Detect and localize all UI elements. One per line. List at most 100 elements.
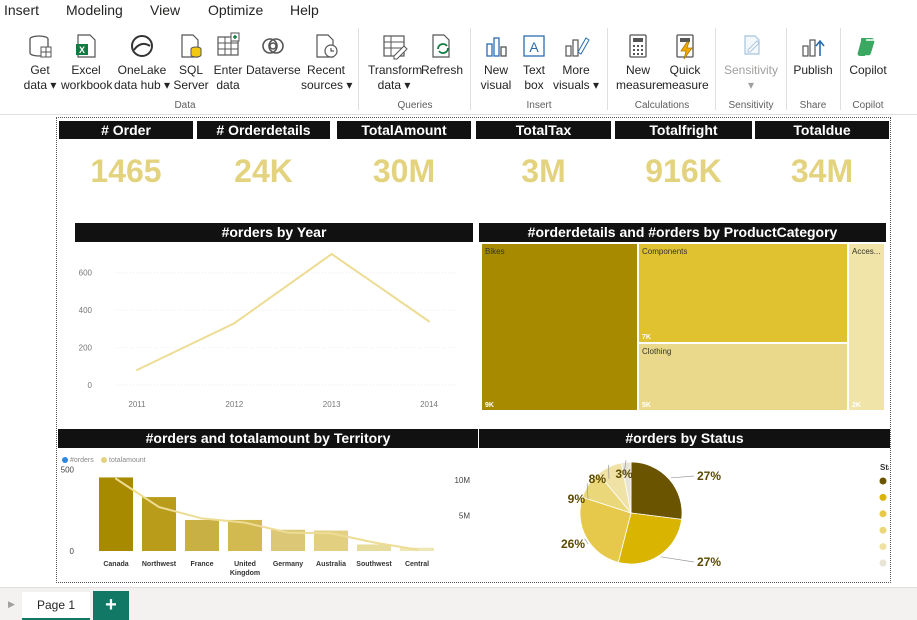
- x-tick-label: Australia: [316, 561, 346, 568]
- x-tick-label: 2014: [420, 400, 438, 409]
- dataverse-icon: [262, 38, 284, 54]
- onelake-icon: [131, 35, 153, 57]
- leader-line: [670, 475, 695, 479]
- new-measure-button[interactable]: New measure: [616, 32, 663, 93]
- group-label-copilot: Copilot: [852, 100, 884, 111]
- transform-data-button[interactable]: Transform data ▾: [368, 32, 422, 93]
- table-icon: [217, 32, 240, 56]
- treemap-tile: [482, 244, 637, 410]
- more-visuals-button[interactable]: More visuals ▾: [553, 32, 599, 93]
- page-tabs-bar: ▶ Page 1 +: [0, 587, 917, 620]
- x-tick-label: Northwest: [142, 561, 177, 568]
- text-box-button[interactable]: A Text box: [516, 32, 552, 93]
- new-visual-button[interactable]: New visual: [478, 32, 514, 93]
- series-line: [136, 252, 430, 371]
- group-separator: [786, 28, 787, 110]
- pie-slice: [630, 461, 683, 520]
- treemap-title: #orderdetails and #orders by ProductCate…: [479, 223, 886, 242]
- text-box-label: Text box: [522, 63, 545, 92]
- excel-workbook-button[interactable]: X Excel workbook: [61, 32, 113, 93]
- group-label-insert: Insert: [526, 100, 552, 111]
- x-tick-label: Kingdom: [230, 570, 260, 577]
- legend-label: totalamount: [109, 457, 146, 464]
- kpi-value-totaltax: 3M: [521, 153, 566, 189]
- recent-sources-button[interactable]: Recent sources ▾: [301, 32, 352, 93]
- legend-title: Status: [880, 463, 889, 472]
- pie-data-label: 26%: [561, 537, 585, 551]
- transform-data-icon: [383, 35, 408, 60]
- kpi-label-totalamount: TotalAmount: [337, 121, 471, 139]
- treemap-value-label: 9K: [485, 402, 494, 409]
- quick-measure-button[interactable]: Quick measure: [662, 32, 709, 93]
- treemap-value-label: 2K: [852, 402, 861, 409]
- dataverse-button[interactable]: Dataverse: [246, 32, 301, 78]
- menu-modeling[interactable]: Modeling: [66, 2, 123, 18]
- publish-label: Publish: [793, 63, 833, 77]
- treemap-label: Clothing: [642, 347, 671, 356]
- group-separator: [607, 28, 608, 110]
- recent-sources-icon: [316, 34, 338, 58]
- leader-line: [660, 556, 695, 563]
- enter-data-button[interactable]: Enter data: [211, 32, 245, 93]
- data-point: [136, 369, 138, 372]
- pie-data-label: 27%: [697, 555, 721, 569]
- kpi-value-orders: 1465: [90, 153, 162, 189]
- new-measure-label: New measure: [616, 63, 663, 92]
- copilot-button[interactable]: Copilot: [846, 32, 890, 78]
- refresh-button[interactable]: Refresh: [421, 32, 464, 78]
- menu-insert[interactable]: Insert: [4, 2, 39, 18]
- data-point: [428, 320, 430, 323]
- group-separator: [715, 28, 716, 110]
- onelake-button[interactable]: OneLake data hub ▾: [113, 32, 171, 93]
- group-label-queries: Queries: [397, 100, 433, 111]
- menu-optimize[interactable]: Optimize: [208, 2, 263, 18]
- publish-icon: [802, 39, 825, 57]
- chevron-right-icon[interactable]: ▶: [8, 599, 15, 610]
- refresh-icon: [432, 34, 450, 58]
- line-point: [115, 477, 117, 480]
- svg-text:A: A: [529, 39, 539, 55]
- line-chart[interactable]: 0 200 400 600 2011 2012 2013 2014: [75, 244, 473, 414]
- y-tick-label: 400: [79, 306, 93, 315]
- menu-help[interactable]: Help: [290, 2, 319, 18]
- kpi-label-totaldue: Totaldue: [755, 121, 889, 139]
- treemap-chart[interactable]: Bikes 9K Components 7K Clothing 5K Acces... 2K: [481, 243, 885, 411]
- sql-server-button[interactable]: SQL Server: [173, 32, 209, 93]
- add-page-button[interactable]: +: [93, 591, 129, 620]
- treemap-label: Bikes: [485, 247, 505, 256]
- report-page[interactable]: # Order # Orderdetails TotalAmount Total…: [56, 117, 891, 583]
- kpi-value-totaldue: 34M: [790, 153, 854, 189]
- combo-bar-line-chart[interactable]: #orders totalamount 0 500 5M 10M Canada Northwe…: [58, 450, 478, 580]
- quick-measure-icon: [676, 34, 694, 60]
- legend-marker: [879, 559, 887, 567]
- more-visuals-icon: [565, 37, 590, 57]
- line-chart-title: #orders by Year: [75, 223, 473, 242]
- x-tick-label: 2011: [128, 400, 146, 409]
- pie-chart[interactable]: 27%27%26%9%8%3%StatusApprovedIn processS…: [481, 450, 889, 582]
- menu-view[interactable]: View: [150, 2, 180, 18]
- pie-data-label: 8%: [589, 472, 607, 486]
- sensitivity-button[interactable]: Sensitivity ▾: [722, 32, 780, 93]
- sensitivity-label: Sensitivity ▾: [723, 63, 779, 92]
- page-tab-1[interactable]: Page 1: [22, 592, 90, 620]
- group-separator: [358, 28, 359, 110]
- enter-data-label: Enter data: [213, 63, 243, 92]
- legend-marker: [879, 477, 887, 485]
- more-visuals-label: More visuals ▾: [553, 63, 600, 92]
- treemap-label: Acces...: [852, 247, 880, 256]
- pie-data-label: 9%: [568, 492, 586, 506]
- treemap-label: Components: [642, 247, 687, 256]
- get-data-button[interactable]: Get data ▾: [20, 32, 60, 93]
- excel-label: Excel workbook: [61, 63, 113, 92]
- copilot-label: Copilot: [849, 63, 887, 77]
- refresh-label: Refresh: [421, 63, 464, 77]
- group-label-sensitivity: Sensitivity: [728, 100, 774, 111]
- treemap-tile: [849, 244, 884, 410]
- publish-button[interactable]: Publish: [792, 32, 834, 78]
- combo-chart-title: #orders and totalamount by Territory: [58, 429, 478, 448]
- kpi-label-orderdetails: # Orderdetails: [197, 121, 330, 139]
- x-tick-label: Canada: [103, 561, 128, 568]
- kpi-value-totalamount: 30M: [372, 153, 436, 189]
- y-tick-label: 0: [88, 381, 93, 390]
- treemap-value-label: 5K: [642, 402, 651, 409]
